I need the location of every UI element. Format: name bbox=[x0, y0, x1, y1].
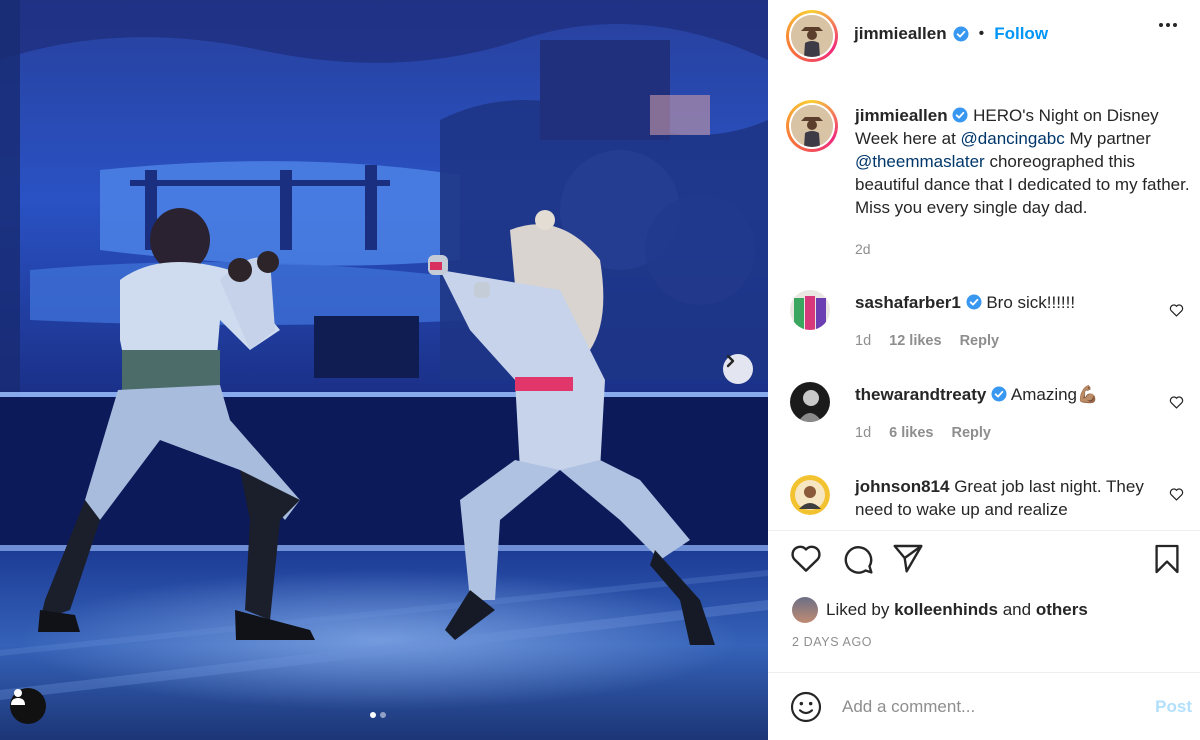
avatar-photo bbox=[790, 290, 830, 330]
header-user-row: jimmieallen • Follow bbox=[854, 24, 1048, 44]
emoji-smiley-icon[interactable] bbox=[790, 691, 822, 723]
comment-body: Amazing💪🏽 bbox=[1010, 385, 1099, 404]
caption-time[interactable]: 2d bbox=[855, 241, 871, 257]
header-separator: • bbox=[978, 25, 985, 42]
liked-by-prefix: Liked by bbox=[826, 600, 890, 619]
post-header: jimmieallen • Follow bbox=[768, 0, 1200, 72]
avatar-photo bbox=[791, 15, 833, 57]
like-comment-heart-icon[interactable] bbox=[1169, 395, 1184, 409]
carousel-dot bbox=[380, 712, 386, 718]
comment-item: thewarandtreaty Amazing💪🏽 bbox=[855, 383, 1155, 406]
like-comment-heart-icon[interactable] bbox=[1169, 303, 1184, 317]
like-heart-icon[interactable] bbox=[790, 543, 822, 573]
post-comment-button[interactable]: Post bbox=[1155, 697, 1192, 717]
liked-by-avatar[interactable] bbox=[792, 597, 818, 623]
dance-photo bbox=[0, 0, 768, 740]
comment-avatar[interactable] bbox=[790, 290, 830, 330]
post-action-bar bbox=[768, 530, 1200, 586]
comment-avatar[interactable] bbox=[790, 475, 830, 515]
like-comment-heart-icon[interactable] bbox=[1169, 487, 1184, 501]
carousel-indicator bbox=[370, 712, 386, 718]
liked-by-others[interactable]: others bbox=[1036, 600, 1088, 619]
reply-button[interactable]: Reply bbox=[960, 333, 1000, 349]
comment-body: Bro sick!!!!!! bbox=[986, 293, 1076, 312]
comment-item: sashafarber1 Bro sick!!!!!! bbox=[855, 291, 1155, 314]
post-details-panel: jimmieallen • Follow jimmieallen HERO's … bbox=[768, 0, 1200, 740]
save-bookmark-icon[interactable] bbox=[1154, 543, 1180, 575]
liked-by-user[interactable]: kolleenhinds bbox=[894, 600, 998, 619]
reply-button[interactable]: Reply bbox=[951, 425, 991, 441]
comment-item: johnson814 Great job last night. They ne… bbox=[855, 475, 1155, 521]
verified-badge-icon bbox=[952, 107, 968, 123]
carousel-next-button[interactable] bbox=[723, 354, 753, 384]
tagged-users-button[interactable] bbox=[10, 688, 46, 724]
comment-username[interactable]: johnson814 bbox=[855, 477, 949, 496]
author-avatar[interactable] bbox=[786, 10, 838, 62]
comment-likes[interactable]: 6 likes bbox=[889, 425, 933, 441]
mention-link[interactable]: @dancingabc bbox=[961, 129, 1065, 148]
comment-bubble-icon[interactable] bbox=[842, 543, 874, 575]
caption-author-avatar[interactable] bbox=[786, 100, 838, 152]
verified-badge-icon bbox=[953, 26, 969, 42]
mention-link[interactable]: @theemmaslater bbox=[855, 152, 985, 171]
caption-text-2: My partner bbox=[1069, 129, 1151, 148]
comment-time[interactable]: 1d bbox=[855, 425, 871, 441]
liked-by-summary: Liked by kolleenhinds and others bbox=[792, 597, 1088, 623]
avatar-photo bbox=[791, 105, 833, 147]
verified-badge-icon bbox=[991, 386, 1007, 402]
share-paper-plane-icon[interactable] bbox=[892, 543, 924, 573]
person-icon bbox=[11, 689, 25, 705]
comment-username[interactable]: thewarandtreaty bbox=[855, 385, 986, 404]
post-media[interactable] bbox=[0, 0, 768, 740]
post-caption: jimmieallen HERO's Night on Disney Week … bbox=[855, 104, 1190, 219]
header-username[interactable]: jimmieallen bbox=[854, 24, 947, 44]
chevron-right-icon bbox=[726, 354, 735, 368]
verified-badge-icon bbox=[966, 294, 982, 310]
carousel-dot-active bbox=[370, 712, 376, 718]
comment-username[interactable]: sashafarber1 bbox=[855, 293, 961, 312]
more-horizontal-icon[interactable] bbox=[1158, 22, 1178, 28]
comment-input[interactable] bbox=[842, 693, 1122, 721]
caption-username[interactable]: jimmieallen bbox=[855, 106, 948, 125]
comment-time[interactable]: 1d bbox=[855, 333, 871, 349]
follow-button[interactable]: Follow bbox=[994, 24, 1048, 44]
add-comment-bar: Post bbox=[768, 672, 1200, 740]
avatar-photo bbox=[790, 475, 830, 515]
liked-by-and: and bbox=[1002, 600, 1032, 619]
comment-avatar[interactable] bbox=[790, 382, 830, 422]
avatar-photo bbox=[790, 382, 830, 422]
comment-meta: 1d 12 likes Reply bbox=[855, 333, 999, 349]
comment-likes[interactable]: 12 likes bbox=[889, 333, 941, 349]
comment-meta: 1d 6 likes Reply bbox=[855, 425, 991, 441]
post-timestamp[interactable]: 2 DAYS AGO bbox=[792, 635, 872, 649]
